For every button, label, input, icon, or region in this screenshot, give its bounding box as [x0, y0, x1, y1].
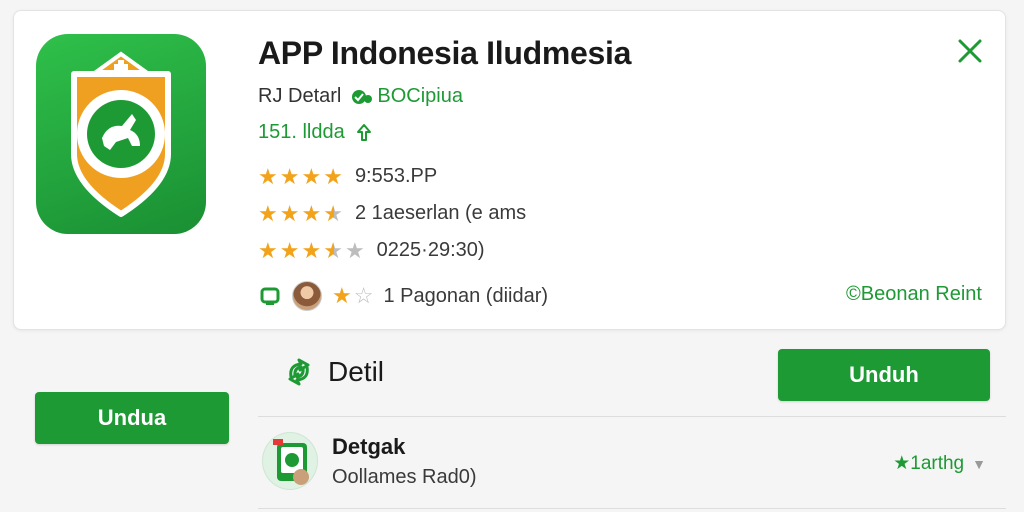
half-star-icon: ★ — [323, 200, 343, 226]
divider — [258, 416, 1006, 417]
star-icon: ★ — [258, 237, 278, 263]
rating-label: 9:553.PP — [354, 165, 438, 187]
half-star-icon: ★ — [323, 237, 343, 263]
star-icon: ★ — [323, 163, 343, 189]
star-icon: ★ — [301, 200, 322, 226]
reviews-label: 1 Pagonan (diidar) — [383, 284, 549, 307]
close-button[interactable] — [952, 33, 988, 69]
review-row: ★ ☆ 1 Pagonan (diidar) — [258, 281, 548, 311]
rating-label: 2 1aeserlan (e ams — [354, 202, 527, 224]
detail-header: Detil — [284, 356, 384, 388]
download-button[interactable]: Unduh — [778, 349, 990, 401]
rating-row-2: ★ ★ ★ ★ 2 1aeserlan (e ams — [258, 202, 526, 225]
rating-row-1: ★ ★ ★ ★ 9:553.PP — [258, 165, 437, 188]
star-icon: ★ — [332, 283, 352, 308]
star-rating: ★ ★ ★ ★ — [258, 200, 343, 226]
developer-name[interactable]: RJ Detarl — [258, 85, 341, 108]
publisher-link[interactable]: BOCipiua — [351, 85, 463, 108]
star-icon: ★ — [279, 200, 300, 226]
list-item-rating[interactable]: ★1arthg ▼ — [893, 452, 986, 475]
app-size: 151. lldda — [258, 121, 345, 143]
report-link[interactable]: ©Beonan Reint — [846, 283, 982, 306]
share-icon[interactable] — [353, 122, 375, 144]
star-icon: ★ — [301, 237, 322, 263]
star-rating: ★ ★ ★ ★ ★ — [258, 237, 365, 263]
list-item-subtitle: Oollames Rad0) — [332, 466, 477, 488]
list-item-title: Detgak — [332, 434, 406, 459]
size-row: 151. lldda — [258, 121, 375, 144]
star-icon: ★ — [258, 200, 278, 226]
empty-star-icon: ☆ — [353, 283, 374, 308]
device-icon — [260, 287, 280, 305]
list-item-thumbnail — [262, 432, 318, 490]
rating-row-3: ★ ★ ★ ★ ★ 0225·29:30) — [258, 239, 485, 262]
close-icon — [958, 39, 982, 63]
list-item-rating-label: ★1arthg — [893, 453, 965, 474]
app-title: APP Indonesia Iludmesia — [258, 35, 632, 71]
avatar[interactable] — [292, 281, 322, 311]
star-rating: ★ ★ ★ ★ — [258, 163, 343, 189]
download-button-left[interactable]: Undua — [35, 392, 229, 444]
publisher-badge-icon — [352, 89, 373, 104]
star-icon: ★ — [279, 237, 300, 263]
rating-label: 0225·29:30) — [376, 239, 485, 261]
divider — [258, 508, 1006, 509]
chevron-down-icon: ▼ — [972, 455, 986, 472]
detail-heading: Detil — [328, 356, 385, 387]
star-icon: ★ — [258, 163, 278, 189]
list-item[interactable]: Detgak Oollames Rad0) ★1arthg ▼ — [258, 430, 1006, 496]
star-icon: ★ — [301, 163, 322, 189]
app-header-card: APP Indonesia Iludmesia RJ Detarl BOCipi… — [13, 10, 1006, 330]
refresh-icon — [288, 358, 310, 386]
developer-row: RJ Detarl BOCipiua — [258, 85, 463, 108]
star-icon: ★ — [279, 163, 300, 189]
user-star-rating[interactable]: ★ ☆ — [332, 285, 373, 307]
app-detail-page: APP Indonesia Iludmesia RJ Detarl BOCipi… — [0, 0, 1024, 512]
publisher-name: BOCipiua — [377, 85, 463, 107]
app-icon — [36, 34, 206, 234]
empty-star-icon: ★ — [344, 237, 365, 263]
